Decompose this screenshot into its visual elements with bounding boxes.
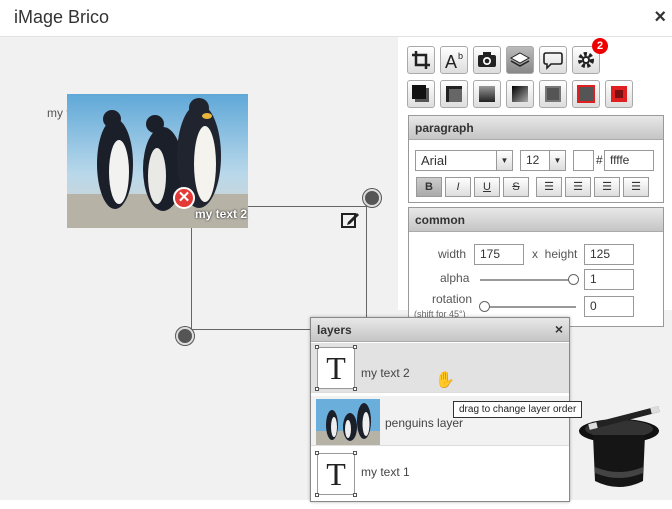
resize-handle[interactable] [176, 327, 194, 345]
rotation-input[interactable]: 0 [584, 296, 634, 317]
rotation-slider-track[interactable] [480, 306, 576, 308]
canvas-text-object[interactable]: my text 2 [195, 207, 247, 221]
magic-hat-icon[interactable] [575, 405, 665, 493]
common-header[interactable]: common [409, 208, 663, 232]
layers-title: layers [317, 323, 352, 337]
gradient-style-button[interactable] [506, 80, 534, 108]
alpha-input[interactable]: 1 [584, 269, 634, 290]
text-icon: Ab [445, 51, 463, 70]
delete-object-button[interactable]: ✕ [173, 187, 195, 209]
height-input[interactable]: 125 [584, 244, 634, 265]
red-border-style-icon [577, 85, 595, 103]
width-input[interactable]: 175 [474, 244, 524, 265]
layers-header[interactable]: layers × [311, 318, 569, 342]
align-center-icon: ☰ [573, 181, 583, 193]
color-swatch[interactable] [573, 150, 594, 171]
notification-badge: 2 [592, 38, 608, 54]
align-left-button[interactable]: ☰ [536, 177, 562, 197]
chevron-down-icon: ▼ [549, 151, 565, 170]
red-square-style-icon [611, 86, 627, 102]
bevel-style-button[interactable] [473, 80, 501, 108]
width-value: 175 [480, 247, 501, 261]
layer-item[interactable]: T my text 2 ✋ [311, 343, 569, 393]
color-hash-label: # [596, 153, 603, 167]
layer-order-tooltip: drag to change layer order [453, 401, 583, 418]
color-hex-value: ffffe [610, 153, 630, 167]
alpha-label: alpha [440, 271, 470, 285]
glow-style-button[interactable] [539, 80, 567, 108]
strikethrough-button[interactable]: S [503, 177, 529, 197]
svg-text:A: A [445, 52, 457, 70]
layers-icon [510, 52, 530, 67]
gradient-style-icon [512, 86, 528, 102]
alpha-slider-knob[interactable] [568, 274, 579, 285]
crop-tool-button[interactable] [407, 46, 435, 74]
inner-shadow-style-icon [446, 86, 462, 102]
grab-hand-icon: ✋ [435, 372, 455, 389]
width-label: width [438, 247, 467, 261]
layer-name: penguins layer [385, 416, 464, 430]
italic-button[interactable]: I [445, 177, 471, 197]
chevron-down-icon: ▼ [496, 151, 512, 170]
height-label: x height [532, 247, 578, 261]
bevel-style-icon [479, 86, 495, 102]
color-hex-input[interactable]: ffffe [604, 150, 654, 171]
text-layer-icon: T [315, 345, 357, 391]
layer-item[interactable]: T my text 1 [311, 449, 569, 499]
title-bar: iMage Brico × [0, 0, 672, 37]
align-right-icon: ☰ [602, 181, 612, 193]
close-window-button[interactable]: × [654, 6, 666, 29]
shadow-style-button[interactable] [407, 80, 435, 108]
rotation-value: 0 [590, 299, 597, 313]
font-size-select[interactable]: 12 ▼ [520, 150, 566, 171]
font-size-value: 12 [526, 153, 540, 167]
alpha-value: 1 [590, 272, 597, 286]
align-center-button[interactable]: ☰ [565, 177, 591, 197]
edit-icon[interactable] [340, 210, 360, 230]
gear-icon [578, 52, 594, 68]
image-tool-button[interactable] [473, 46, 501, 74]
layers-tool-button[interactable] [506, 46, 534, 74]
font-family-select[interactable]: Arial ▼ [415, 150, 513, 171]
layer-name: my text 1 [361, 465, 410, 479]
red-border-style-button[interactable] [572, 80, 600, 108]
align-right-button[interactable]: ☰ [594, 177, 620, 197]
justify-button[interactable]: ☰ [623, 177, 649, 197]
layers-close-button[interactable]: × [555, 321, 563, 337]
justify-icon: ☰ [631, 181, 641, 193]
bold-button[interactable]: B [416, 177, 442, 197]
red-square-style-button[interactable] [605, 80, 633, 108]
crop-icon [412, 51, 430, 69]
selection-line-bottom [191, 329, 311, 330]
speech-bubble-tool-button[interactable] [539, 46, 567, 74]
align-left-icon: ☰ [544, 181, 554, 193]
svg-text:b: b [458, 51, 463, 61]
text-layer-icon: T [315, 451, 357, 497]
alpha-slider-track[interactable] [480, 279, 576, 281]
camera-icon [478, 52, 496, 67]
inner-shadow-style-button[interactable] [440, 80, 468, 108]
app-title: iMage Brico [14, 7, 110, 27]
underline-button[interactable]: U [474, 177, 500, 197]
rotation-label: rotation [432, 292, 473, 306]
rotation-slider-knob[interactable] [479, 301, 490, 312]
rotate-handle[interactable] [363, 189, 381, 207]
text-tool-button[interactable]: Ab [440, 46, 468, 74]
selection-line-right [366, 198, 367, 318]
layer-name: my text 2 [361, 366, 410, 380]
penguins-layer-thumbnail [316, 399, 380, 445]
paragraph-header[interactable]: paragraph [409, 116, 663, 140]
shadow-style-icon [412, 85, 429, 102]
glow-style-icon [545, 86, 561, 102]
speech-bubble-icon [543, 52, 563, 70]
font-family-value: Arial [421, 153, 448, 168]
height-value: 125 [590, 247, 611, 261]
